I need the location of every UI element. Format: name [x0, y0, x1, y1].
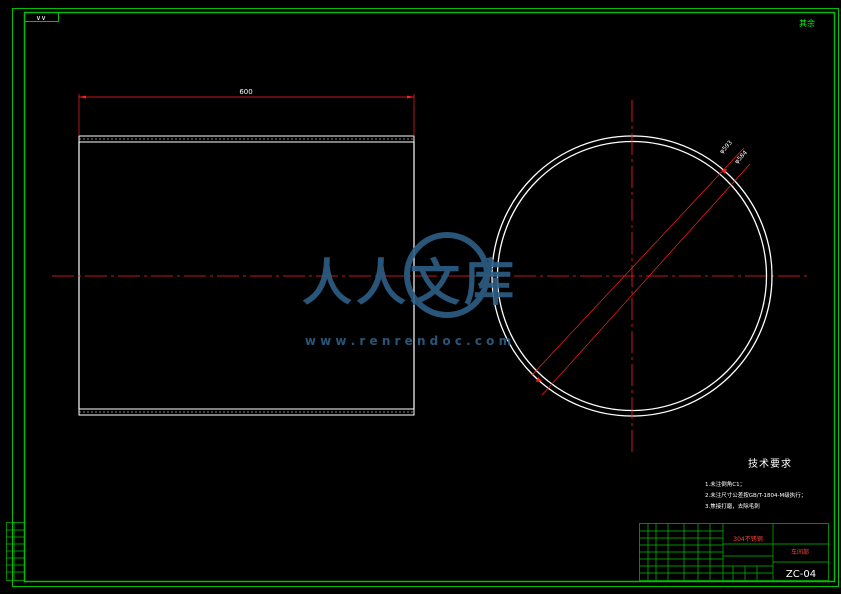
outer-diameter-label: φ593	[718, 139, 734, 155]
diameter-line-inner	[541, 163, 751, 396]
length-dimension-label: 600	[239, 88, 252, 96]
tech-req-item-3: 3.焦接打磨，去除毛刺	[705, 504, 760, 510]
unit-name-label: 车间部	[791, 548, 809, 556]
diameter-line-outer	[531, 147, 745, 376]
corner-mark: 其余	[799, 18, 815, 28]
drawing-number-label: ZC-04	[786, 569, 816, 580]
dim-arrow-left	[79, 95, 86, 99]
front-view: 600	[78, 88, 415, 416]
tech-req-title: 技术要求	[748, 459, 792, 470]
tech-req-item-2: 2.未注尺寸公差按GB/T-1804-M级执行；	[705, 493, 807, 499]
tech-req-item-1: 1.未注倒角C1；	[705, 482, 746, 488]
scale-tag: ∨∨	[36, 14, 46, 22]
inner-diameter-label: φ584	[733, 149, 749, 165]
left-revision-block	[6, 522, 25, 581]
material-label: 304不锈钢	[733, 535, 762, 543]
dim-arrow-right	[407, 95, 414, 99]
watermark-text: 人人文库	[302, 254, 518, 312]
watermark-url: w w w . r e n r e n d o c . c o m	[305, 334, 511, 348]
technical-requirements: 技术要求 1.未注倒角C1； 2.未注尺寸公差按GB/T-1804-M级执行； …	[705, 455, 835, 513]
watermark: 人人文库 w w w . r e n r e n d o c . c o m	[302, 232, 518, 348]
